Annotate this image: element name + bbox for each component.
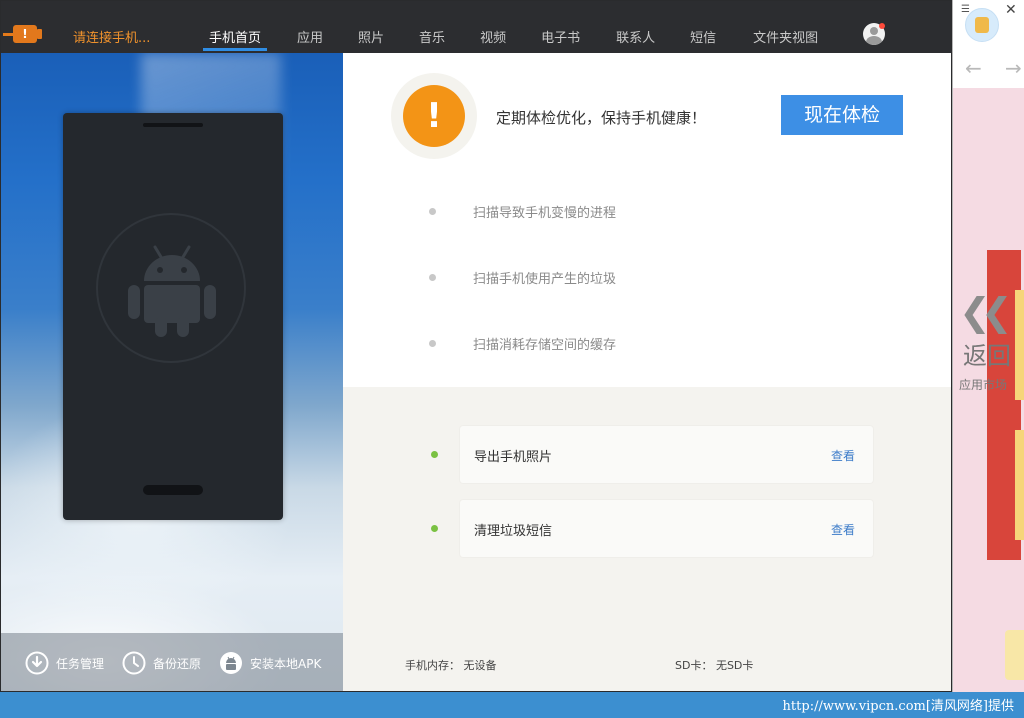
task-manager-button[interactable]: 任务管理: [25, 651, 104, 675]
phone-placeholder: [63, 113, 283, 520]
top-bar: ! 请连接手机... 手机首页 应用 照片 音乐 视频 电子书 联系人 短信 文…: [1, 1, 951, 53]
back-label[interactable]: 返回: [963, 336, 1011, 371]
forward-arrow-icon[interactable]: →: [1005, 56, 1022, 80]
device-toolbar: 任务管理 备份还原 安装本地APK: [1, 633, 343, 691]
clock-icon: [122, 651, 146, 675]
app-market-label: 应用市场: [959, 378, 1008, 392]
health-message: 定期体检优化，保持手机健康！: [496, 109, 707, 127]
task-card-export-photos: 导出手机照片 查看: [460, 426, 873, 483]
health-check-section: ! 定期体检优化，保持手机健康！ 现在体检 扫描导致手机变慢的进程 扫描手机使用…: [343, 53, 951, 387]
warning-icon: !: [403, 85, 465, 147]
notification-dot: [879, 23, 885, 29]
task-card-clean-sms: 清理垃圾短信 查看: [460, 500, 873, 557]
back-arrow-icon[interactable]: ←: [965, 56, 982, 80]
tab-music[interactable]: 音乐: [419, 1, 445, 53]
backup-restore-label: 备份还原: [153, 656, 202, 671]
warning-badge: !: [391, 73, 477, 159]
phone-home-button: [143, 485, 203, 495]
phone-speaker: [143, 123, 203, 127]
view-link[interactable]: 查看: [831, 447, 855, 464]
tab-home[interactable]: 手机首页: [202, 1, 268, 53]
promo-tab: [1005, 630, 1024, 680]
install-apk-label: 安装本地APK: [250, 656, 322, 671]
menu-icon[interactable]: ☰: [961, 4, 970, 15]
scan-item-label: 扫描手机使用产生的垃圾: [473, 272, 617, 287]
bottom-strip: http://www.vipcn.com[清风网络]提供: [0, 692, 1024, 718]
scan-item-label: 扫描导致手机变慢的进程: [473, 206, 617, 221]
tab-ebooks[interactable]: 电子书: [541, 1, 580, 53]
phone-memory-status: 手机内存： 无设备: [405, 659, 497, 672]
view-link[interactable]: 查看: [831, 521, 855, 538]
connect-status[interactable]: 请连接手机...: [73, 27, 150, 46]
bullet-dot: [429, 208, 436, 215]
sd-card-status: SD卡： 无SD卡: [675, 659, 754, 672]
task-label: 清理垃圾短信: [474, 524, 553, 539]
app-logo-icon: [965, 8, 999, 42]
side-window-header: ☰ ✕ ← →: [953, 0, 1024, 88]
tab-sms[interactable]: 短信: [690, 1, 716, 53]
task-dot: [431, 451, 438, 458]
task-label: 导出手机照片: [474, 450, 553, 465]
tab-contacts[interactable]: 联系人: [616, 1, 655, 53]
scan-item-label: 扫描消耗存储空间的缓存: [473, 338, 617, 353]
backup-restore-button[interactable]: 备份还原: [122, 651, 201, 675]
tab-apps[interactable]: 应用: [297, 1, 323, 53]
promo-card: [1015, 290, 1024, 400]
plug-prong: [37, 29, 42, 39]
task-manager-label: 任务管理: [56, 656, 105, 671]
main-nav: 手机首页 应用 照片 音乐 视频 电子书 联系人 短信 文件夹视图: [196, 1, 818, 53]
download-icon: [25, 651, 49, 675]
device-panel: 任务管理 备份还原 安装本地APK: [1, 53, 343, 691]
install-apk-button[interactable]: 安装本地APK: [219, 651, 321, 675]
check-now-button[interactable]: 现在体检: [781, 95, 903, 135]
tab-video[interactable]: 视频: [480, 1, 506, 53]
close-icon[interactable]: ✕: [1005, 2, 1017, 18]
tab-photos[interactable]: 照片: [358, 1, 384, 53]
promo-card: [1015, 430, 1024, 540]
avatar-head: [870, 27, 878, 35]
tab-folder-view[interactable]: 文件夹视图: [753, 1, 818, 53]
watermark: http://www.vipcn.com[清风网络]提供: [782, 699, 1014, 714]
home-content: ! 定期体检优化，保持手机健康！ 现在体检 扫描导致手机变慢的进程 扫描手机使用…: [343, 53, 951, 691]
avatar-shoulders: [866, 36, 882, 45]
app-market-window: ☰ ✕ ← → ❮❮ 返回 应用市场: [952, 0, 1024, 692]
bullet-dot: [429, 340, 436, 347]
android-icon: [220, 652, 243, 674]
usb-plug-icon[interactable]: !: [3, 23, 43, 45]
android-icon: [128, 245, 216, 337]
double-chevron-left-icon[interactable]: ❮❮: [959, 290, 1013, 334]
main-window: ! 请连接手机... 手机首页 应用 照片 音乐 视频 电子书 联系人 短信 文…: [0, 0, 952, 692]
task-dot: [431, 525, 438, 532]
plug-warning: !: [13, 25, 37, 43]
bullet-dot: [429, 274, 436, 281]
